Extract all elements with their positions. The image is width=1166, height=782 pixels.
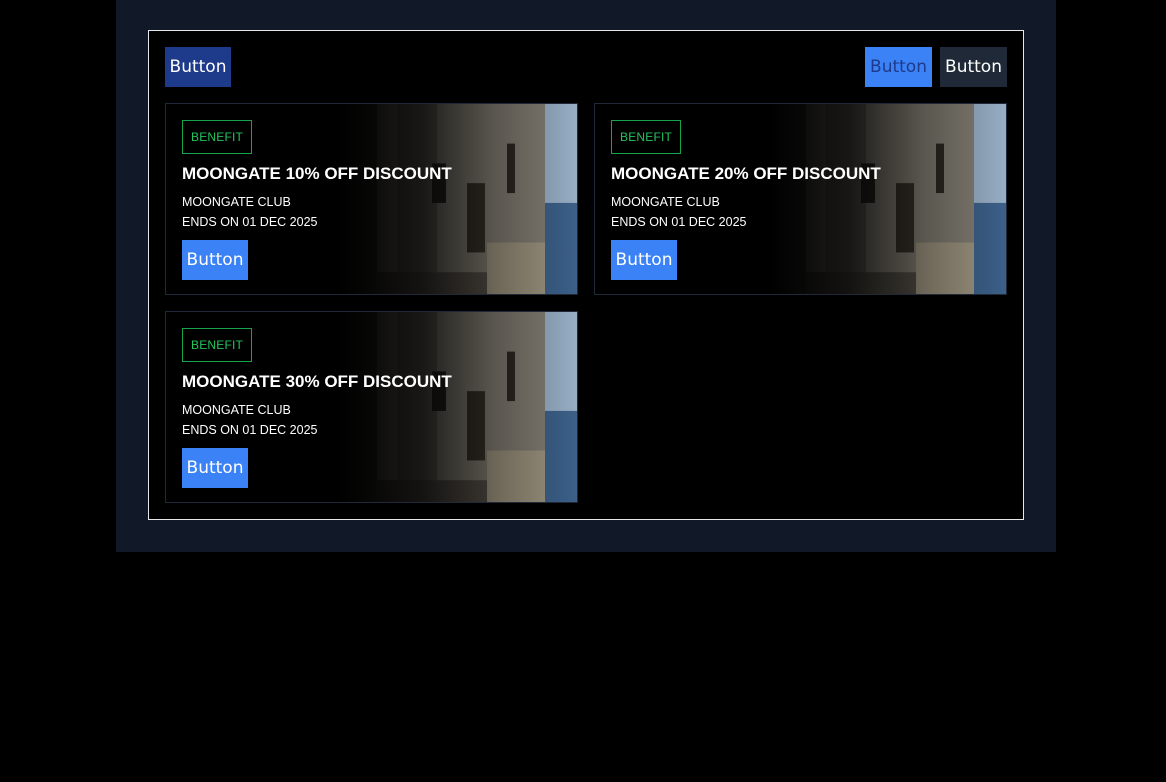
top-left-button[interactable]: Button [165,47,231,87]
card-club: MOONGATE CLUB [182,195,291,209]
benefit-badge: BENEFIT [182,120,253,154]
card-title: MOONGATE 20% OFF DISCOUNT [611,164,881,183]
top-right-secondary-button[interactable]: Button [940,47,1007,87]
card-end-date: ENDS ON 01 DEC 2025 [182,423,318,437]
card-action-button[interactable]: Button [182,240,248,280]
card-action-button[interactable]: Button [611,240,677,280]
benefit-badge: BENEFIT [611,120,682,154]
benefit-card: BENEFIT MOONGATE 30% OFF DISCOUNT MOONGA… [165,311,578,503]
benefits-container: Button Button Button BENEFIT MOONGATE 10… [148,30,1024,520]
top-right-primary-button[interactable]: Button [865,47,932,87]
benefit-badge: BENEFIT [182,328,253,362]
card-title: MOONGATE 10% OFF DISCOUNT [182,164,452,183]
card-club: MOONGATE CLUB [182,403,291,417]
benefit-card: BENEFIT MOONGATE 10% OFF DISCOUNT MOONGA… [165,103,578,295]
card-club: MOONGATE CLUB [611,195,720,209]
benefit-card: BENEFIT MOONGATE 20% OFF DISCOUNT MOONGA… [594,103,1007,295]
card-end-date: ENDS ON 01 DEC 2025 [611,215,747,229]
card-action-button[interactable]: Button [182,448,248,488]
card-end-date: ENDS ON 01 DEC 2025 [182,215,318,229]
outer-panel: Button Button Button BENEFIT MOONGATE 10… [116,0,1056,552]
card-title: MOONGATE 30% OFF DISCOUNT [182,372,452,391]
